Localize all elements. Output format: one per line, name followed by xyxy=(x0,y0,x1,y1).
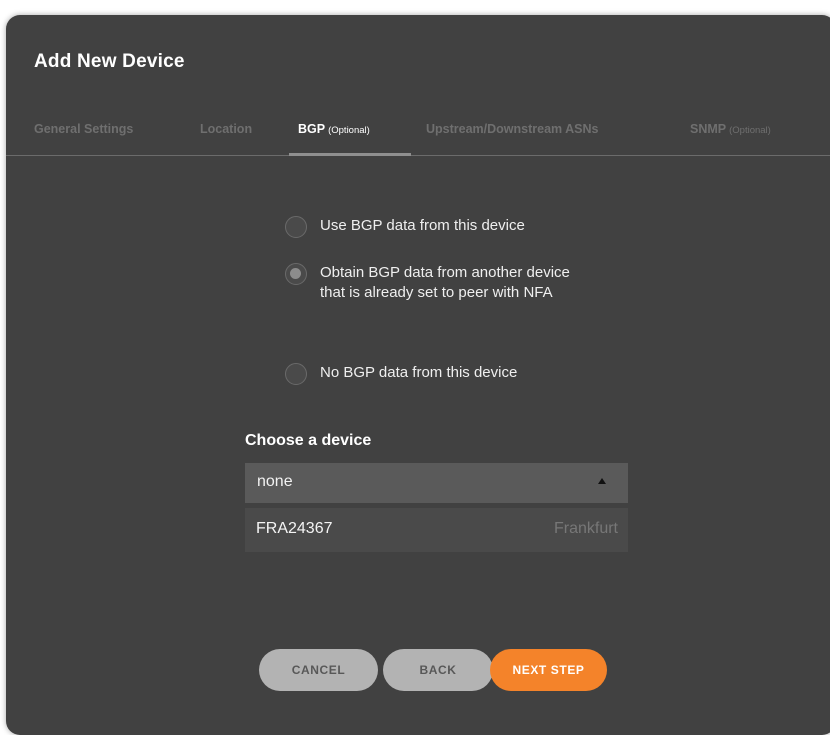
caret-up-icon xyxy=(598,478,606,484)
tab-snmp[interactable]: SNMP (Optional) xyxy=(690,122,771,136)
tab-location[interactable]: Location xyxy=(200,122,252,136)
add-device-dialog: Add New Device General Settings Location… xyxy=(6,15,830,735)
tab-optional-tag: (Optional) xyxy=(328,125,370,136)
back-button[interactable]: BACK xyxy=(383,649,493,691)
choose-device-heading: Choose a device xyxy=(245,432,372,449)
device-option[interactable]: FRA24367 Frankfurt xyxy=(245,508,628,552)
radio-button-selected[interactable] xyxy=(285,263,307,285)
radio-button[interactable] xyxy=(285,363,307,385)
radio-obtain-bgp-other-device[interactable]: Obtain BGP data from another device that… xyxy=(285,263,585,303)
radio-no-bgp-data[interactable]: No BGP data from this device xyxy=(285,363,590,385)
cancel-button[interactable]: CANCEL xyxy=(259,649,378,691)
radio-label: Use BGP data from this device xyxy=(320,217,525,234)
dialog-title: Add New Device xyxy=(34,51,185,72)
radio-button[interactable] xyxy=(285,216,307,238)
next-step-button[interactable]: NEXT STEP xyxy=(490,649,607,691)
tab-general-settings[interactable]: General Settings xyxy=(34,122,133,136)
tab-label: Location xyxy=(200,122,253,136)
radio-label: No BGP data from this device xyxy=(320,364,518,381)
tab-label: SNMP xyxy=(690,122,727,136)
device-option-location: Frankfurt xyxy=(553,520,618,537)
radio-use-bgp-this-device[interactable]: Use BGP data from this device xyxy=(285,216,590,238)
tab-bar: General Settings Location BGP (Optional) … xyxy=(6,115,830,156)
tab-optional-tag: (Optional) xyxy=(729,125,771,136)
active-tab-indicator xyxy=(289,153,411,156)
device-option-name: FRA24367 xyxy=(256,520,333,537)
device-select-value: none xyxy=(257,473,293,490)
tab-label: General Settings xyxy=(34,122,134,136)
tab-label: Upstream/Downstream ASNs xyxy=(426,122,599,136)
device-select[interactable]: none xyxy=(245,463,628,503)
tab-upstream-downstream-asns[interactable]: Upstream/Downstream ASNs xyxy=(426,122,599,136)
radio-label: Obtain BGP data from another device that… xyxy=(320,264,570,301)
tab-bgp[interactable]: BGP (Optional) xyxy=(298,122,370,136)
tab-label: BGP xyxy=(298,122,326,136)
